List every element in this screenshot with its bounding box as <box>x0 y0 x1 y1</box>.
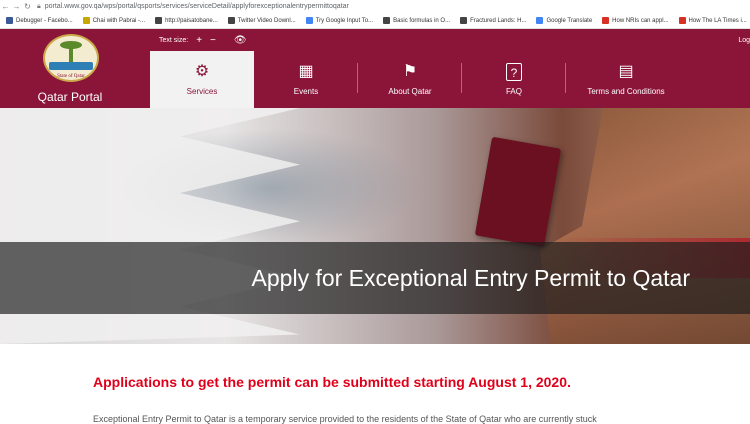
bookmark-favicon-icon <box>155 17 163 24</box>
main-menu: ⚙ Services ▦ Events ⚑ About Qatar ? FAQ … <box>150 51 750 108</box>
menu-item-events[interactable]: ▦ Events <box>254 51 358 108</box>
bookmark-item[interactable]: http://paisatobane... <box>155 17 218 24</box>
lock-icon[interactable]: 🔒︎ <box>37 3 41 11</box>
emblem-text: State of Qatar <box>57 74 85 79</box>
url-field[interactable]: portal.www.gov.qa/wps/portal/qsports/ser… <box>45 3 349 10</box>
text-size-label: Text size: <box>159 36 189 44</box>
bookmark-label: Fractured Lands: H... <box>470 17 527 24</box>
hero-title-band: Apply for Exceptional Entry Permit to Qa… <box>0 242 750 314</box>
question-icon: ? <box>506 63 522 81</box>
menu-item-label: FAQ <box>505 87 522 96</box>
page-title: Apply for Exceptional Entry Permit to Qa… <box>251 264 690 291</box>
bookmark-favicon-icon <box>82 17 90 24</box>
back-icon[interactable]: ← <box>0 2 11 11</box>
bookmark-label: How The LA Times i... <box>688 17 747 24</box>
main-content: Applications to get the permit can be su… <box>0 344 750 424</box>
bookmark-item[interactable]: Try Google Input To... <box>305 17 374 24</box>
bookmark-favicon-icon <box>460 17 468 24</box>
bookmark-label: Try Google Input To... <box>315 17 374 24</box>
bookmarks-bar: Debugger - Facebo... Chai with Pabrai -..… <box>0 13 750 29</box>
bookmark-item[interactable]: Fractured Lands: H... <box>460 17 526 24</box>
state-emblem-icon: State of Qatar <box>43 34 99 82</box>
bookmark-label: http://paisatobane... <box>165 17 218 24</box>
intro-paragraph: Exceptional Entry Permit to Qatar is a t… <box>93 414 597 424</box>
bookmark-item[interactable]: Basic formulas in O... <box>383 17 450 24</box>
menu-item-label: About Qatar <box>388 87 432 96</box>
utility-bar: Text size: + − 👁︎ Log <box>150 29 750 51</box>
menu-item-label: Events <box>293 87 319 96</box>
menu-item-services[interactable]: ⚙ Services <box>150 51 254 108</box>
menu-item-terms[interactable]: ▤ Terms and Conditions <box>566 51 686 108</box>
bookmark-favicon-icon <box>383 17 391 24</box>
hero-banner: Apply for Exceptional Entry Permit to Qa… <box>0 108 750 344</box>
gear-icon: ⚙ <box>194 63 210 80</box>
bookmark-label: How NRIs can appl... <box>612 17 669 24</box>
permit-notice: Applications to get the permit can be su… <box>93 374 571 390</box>
bookmark-favicon-icon <box>227 17 235 24</box>
reload-icon[interactable]: ↻ <box>22 2 33 11</box>
bookmark-label: Chai with Pabrai -... <box>92 17 146 24</box>
bookmark-label: Debugger - Facebo... <box>16 17 73 24</box>
browser-address-bar: ← → ↻ 🔒︎ portal.www.gov.qa/wps/portal/qs… <box>0 0 750 13</box>
text-size-decrease-button[interactable]: − <box>210 35 216 46</box>
bookmark-favicon-icon <box>602 17 610 24</box>
site-header: State of Qatar Qatar Portal Text size: +… <box>0 29 750 108</box>
bookmark-item[interactable]: Chai with Pabrai -... <box>82 17 146 24</box>
bookmark-favicon-icon <box>6 17 13 24</box>
menu-item-label: Terms and Conditions <box>587 87 665 96</box>
eye-icon[interactable]: 👁︎ <box>234 35 247 46</box>
bookmark-label: Basic formulas in O... <box>393 17 451 24</box>
bookmark-item[interactable]: Twitter Video Downl... <box>227 17 296 24</box>
calendar-icon: ▦ <box>298 63 314 80</box>
menu-item-faq[interactable]: ? FAQ <box>462 51 566 108</box>
bookmark-item[interactable]: How NRIs can appl... <box>602 17 669 24</box>
document-icon: ▤ <box>618 63 634 80</box>
flag-icon: ⚑ <box>402 63 418 80</box>
bookmark-item[interactable]: Debugger - Facebo... <box>6 17 73 24</box>
portal-name: Qatar Portal <box>37 90 103 104</box>
forward-icon[interactable]: → <box>11 2 22 11</box>
menu-item-about-qatar[interactable]: ⚑ About Qatar <box>358 51 462 108</box>
login-link[interactable]: Log <box>738 37 750 44</box>
bookmark-label: Twitter Video Downl... <box>237 17 296 24</box>
bookmark-favicon-icon <box>305 17 313 24</box>
bookmark-label: Google Translate <box>546 17 593 24</box>
bookmark-item[interactable]: How The LA Times i... <box>678 17 747 24</box>
bookmark-favicon-icon <box>678 17 686 24</box>
passport-graphic <box>474 136 562 248</box>
bookmark-item[interactable]: Google Translate <box>536 17 592 24</box>
text-size-increase-button[interactable]: + <box>196 35 202 46</box>
bookmark-favicon-icon <box>536 17 544 24</box>
logo-link[interactable]: State of Qatar Qatar Portal <box>0 29 150 108</box>
menu-item-label: Services <box>186 87 218 96</box>
